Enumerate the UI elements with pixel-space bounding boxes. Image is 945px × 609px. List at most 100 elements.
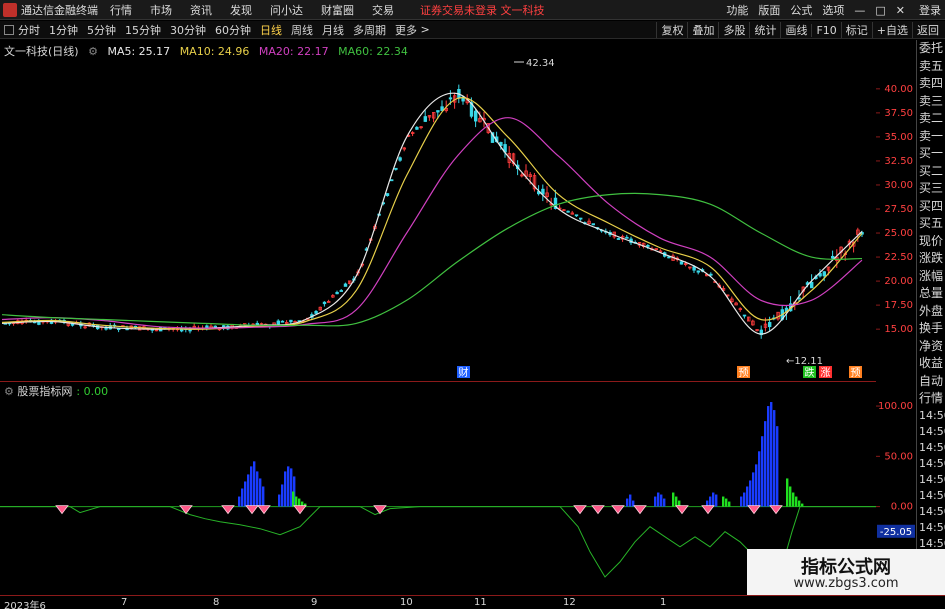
event-marker: 预 <box>739 367 749 379</box>
side-panel-item[interactable]: 委托 <box>917 40 945 58</box>
candlestick-chart[interactable]: 42.34 ←12.11 财 预 跌涨 预 <box>0 40 876 380</box>
menu-item-function[interactable]: 功能 <box>726 2 748 18</box>
menu-item-options[interactable]: 选项 <box>822 2 844 18</box>
period-monthly[interactable]: 月线 <box>322 22 344 38</box>
date-tick-label: 12 <box>563 597 576 608</box>
histogram-bar <box>749 480 752 507</box>
tool-overlay[interactable]: 叠加 <box>687 22 718 38</box>
side-panel-item[interactable]: 涨幅 <box>917 268 945 286</box>
period-60min[interactable]: 60分钟 <box>215 22 251 38</box>
side-panel-item[interactable]: 买五 <box>917 215 945 233</box>
histogram-bar <box>284 471 287 507</box>
histogram-bar <box>675 496 678 507</box>
side-panel-item[interactable]: 买一 <box>917 145 945 163</box>
histogram-bar <box>740 496 743 507</box>
side-panel-item[interactable]: 14:50 <box>917 520 945 536</box>
side-panel-item[interactable]: 自动 <box>917 373 945 391</box>
side-panel-item[interactable]: 买四 <box>917 198 945 216</box>
y-tick-label: 17.50 <box>884 300 913 311</box>
side-panel-item[interactable]: 14:50 <box>917 504 945 520</box>
tool-add-watchlist[interactable]: +自选 <box>871 22 912 38</box>
close-icon[interactable]: ✕ <box>896 4 905 17</box>
tool-mark[interactable]: 标记 <box>840 22 872 38</box>
menu-item-quotes[interactable]: 行情 <box>110 2 132 18</box>
side-panel-item[interactable]: 14:50 <box>917 488 945 504</box>
menu-bar: 通达信金融终端 行情 市场 资讯 发现 问小达 财富圈 交易 证券交易未登录 文… <box>0 0 945 20</box>
period-intraday[interactable]: 分时 <box>18 22 40 38</box>
signal-diamond-icon <box>293 505 307 515</box>
date-tick-label: 11 <box>474 597 487 608</box>
side-panel-item[interactable]: 卖五 <box>917 58 945 76</box>
side-panel-item[interactable]: 收益 <box>917 355 945 373</box>
side-panel-item[interactable]: 卖二 <box>917 110 945 128</box>
trade-login-notice[interactable]: 证券交易未登录 文一科技 <box>420 2 545 18</box>
tool-draw[interactable]: 画线 <box>780 22 811 38</box>
signal-diamond-icon <box>257 505 271 515</box>
side-panel-item[interactable]: 卖四 <box>917 75 945 93</box>
histogram-bar <box>722 496 725 507</box>
candle-body <box>394 167 398 170</box>
panel-toggle-icon[interactable] <box>4 24 14 35</box>
side-panel-item[interactable]: 外盘 <box>917 303 945 321</box>
side-panel-item[interactable]: 换手 <box>917 320 945 338</box>
maximize-icon[interactable]: □ <box>875 4 885 17</box>
period-30min[interactable]: 30分钟 <box>170 22 206 38</box>
period-multi[interactable]: 多周期 <box>353 22 386 38</box>
quote-side-panel: 委托 卖五 卖四 卖三 卖二 卖一 买一 买二 买三 买四 买五 现价 涨跌 涨幅 总量 外盘 换手 净资 收益 自动… <box>916 40 945 595</box>
histogram-bar <box>795 496 798 507</box>
signal-diamond-icon <box>221 505 235 515</box>
menu-item-layout[interactable]: 版面 <box>758 2 780 18</box>
histogram-bar <box>672 492 675 507</box>
tool-back[interactable]: 返回 <box>912 22 943 38</box>
histogram-bar <box>746 486 749 507</box>
login-button[interactable]: 登录 <box>919 2 941 18</box>
side-panel-item[interactable]: 14:50 <box>917 424 945 440</box>
menu-item-market[interactable]: 市场 <box>150 2 172 18</box>
side-panel-item[interactable]: 买三 <box>917 180 945 198</box>
side-panel-item[interactable]: 总量 <box>917 285 945 303</box>
period-more[interactable]: 更多 <box>395 22 417 38</box>
side-panel-item[interactable]: 净资 <box>917 338 945 356</box>
period-weekly[interactable]: 周线 <box>291 22 313 38</box>
candle-body <box>448 97 453 100</box>
side-panel-item[interactable]: 卖三 <box>917 93 945 111</box>
histogram-bar <box>743 492 746 507</box>
side-panel-item[interactable]: 卖一 <box>917 128 945 146</box>
menu-item-trade[interactable]: 交易 <box>372 2 394 18</box>
menu-item-news[interactable]: 资讯 <box>190 2 212 18</box>
signal-diamond-icon <box>55 505 69 515</box>
side-panel-item[interactable]: 14:50 <box>917 456 945 472</box>
side-panel-item[interactable]: 涨跌 <box>917 250 945 268</box>
minimize-icon[interactable]: — <box>854 4 865 17</box>
candle-body <box>385 193 390 197</box>
indicator-chart[interactable] <box>0 382 876 595</box>
tool-f10[interactable]: F10 <box>811 23 840 37</box>
histogram-bar <box>250 466 253 507</box>
tool-stats[interactable]: 统计 <box>749 22 780 38</box>
side-panel-item[interactable]: 14:50 <box>917 472 945 488</box>
chevron-right-icon[interactable]: > <box>417 23 429 36</box>
side-panel-item[interactable]: 14:50 <box>917 440 945 456</box>
date-tick-label: 2023年6 <box>4 601 46 609</box>
menu-item-formula[interactable]: 公式 <box>790 2 812 18</box>
side-panel-item[interactable]: 14:50 <box>917 408 945 424</box>
menu-item-wealth[interactable]: 财富圈 <box>321 2 354 18</box>
side-panel-item[interactable]: 买二 <box>917 163 945 181</box>
tool-multi-stock[interactable]: 多股 <box>718 22 749 38</box>
ma-line-ma20 <box>1 117 863 329</box>
y-tick-label: 37.50 <box>884 108 913 119</box>
y-tick-label: 30.00 <box>884 180 913 191</box>
period-15min[interactable]: 15分钟 <box>125 22 161 38</box>
candle-body <box>335 291 339 295</box>
ma-line-ma10 <box>1 96 863 330</box>
menu-item-ask[interactable]: 问小达 <box>270 2 303 18</box>
period-daily[interactable]: 日线 <box>260 22 282 38</box>
period-5min[interactable]: 5分钟 <box>87 22 116 38</box>
histogram-bar <box>626 498 629 507</box>
period-1min[interactable]: 1分钟 <box>49 22 78 38</box>
side-panel-item[interactable]: 行情 <box>917 390 945 408</box>
menu-item-discover[interactable]: 发现 <box>230 2 252 18</box>
tool-adjust[interactable]: 复权 <box>656 22 687 38</box>
side-panel-item[interactable]: 现价 <box>917 233 945 251</box>
y-tick-label: 32.50 <box>884 156 913 167</box>
